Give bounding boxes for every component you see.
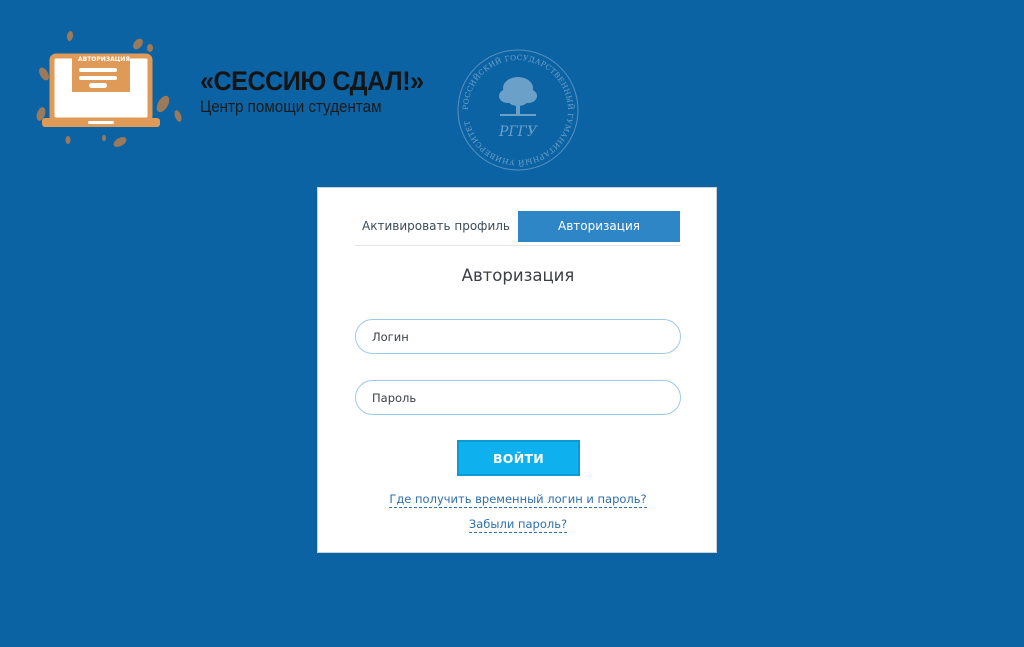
login-input[interactable] bbox=[355, 319, 681, 354]
mock-screen-title: АВТОРИЗАЦИЯ bbox=[78, 56, 130, 63]
form-title: Авторизация bbox=[461, 266, 575, 285]
page: АВТОРИЗАЦИЯ «СЕССИЮ СДАЛ!» Центр помощи … bbox=[0, 0, 1024, 647]
seal-monogram: РГГУ bbox=[498, 124, 538, 140]
tree-icon bbox=[499, 77, 537, 116]
forgot-password-link[interactable]: Забыли пароль? bbox=[468, 517, 568, 533]
forgot-password-link-row: Забыли пароль? bbox=[318, 517, 718, 533]
tab-authorization[interactable]: Авторизация bbox=[518, 211, 680, 242]
password-input[interactable] bbox=[355, 380, 681, 415]
login-button[interactable]: ВОЙТИ bbox=[457, 440, 580, 476]
brand-subtitle: Центр помощи студентам bbox=[200, 98, 382, 116]
laptop-illustration bbox=[36, 31, 182, 147]
brand-title: «СЕССИЮ СДАЛ!» bbox=[200, 66, 424, 96]
temp-credentials-link-row: Где получить временный логин и пароль? bbox=[318, 492, 718, 508]
tab-activate-profile[interactable]: Активировать профиль bbox=[355, 211, 517, 242]
university-seal: РОССИЙСКИЙ ГОСУДАРСТВЕННЫЙ ГУМАНИТАРНЫЙ … bbox=[457, 49, 579, 171]
login-card: Активировать профиль Авторизация Авториз… bbox=[317, 187, 717, 553]
temp-credentials-link[interactable]: Где получить временный логин и пароль? bbox=[389, 492, 647, 508]
tab-bar: Активировать профиль Авторизация bbox=[355, 211, 681, 246]
brand-logo: АВТОРИЗАЦИЯ «СЕССИЮ СДАЛ!» Центр помощи … bbox=[30, 30, 440, 150]
